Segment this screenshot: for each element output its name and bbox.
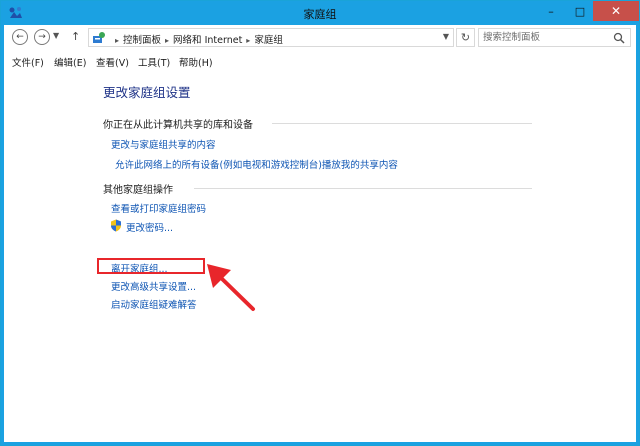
search-input[interactable] (483, 31, 608, 44)
breadcrumb-chevron-icon: ▸ (115, 36, 120, 45)
breadcrumb-chevron-icon[interactable]: ▸ (246, 36, 250, 45)
client-area: ← → ▼ ↑ ▸控制面板▸网络和 Internet▸家庭组 ▼ ↻ (4, 25, 636, 442)
search-box[interactable] (478, 28, 631, 47)
forward-button[interactable]: → (34, 29, 50, 45)
menu-edit[interactable]: 编辑(E) (54, 55, 86, 69)
breadcrumb: ▸ 控制面板 ▸ 网络和 Internet ▸ 家庭组 (111, 32, 283, 46)
menu-help[interactable]: 帮助(H) (179, 55, 213, 69)
up-button[interactable]: ↑ (71, 30, 80, 43)
close-button[interactable]: ✕ (593, 1, 639, 21)
maximize-button[interactable]: □ (566, 1, 594, 21)
section-shared-title: 你正在从此计算机共享的库和设备 (103, 120, 253, 131)
recent-locations-chevron-down-icon[interactable]: ▼ (53, 31, 59, 40)
allow-media-devices-link[interactable]: 允许此网络上的所有设备(例如电视和游戏控制台)播放我的共享内容 (115, 157, 398, 171)
search-icon[interactable] (613, 32, 625, 44)
breadcrumb-item[interactable]: 控制面板 (123, 35, 161, 46)
change-advanced-sharing-link[interactable]: 更改高级共享设置... (111, 279, 196, 293)
minimize-button[interactable]: – (537, 1, 565, 21)
section-other-actions-title: 其他家庭组操作 (103, 185, 173, 196)
section-divider (272, 123, 532, 124)
change-shared-content-link[interactable]: 更改与家庭组共享的内容 (111, 137, 216, 151)
breadcrumb-chevron-icon[interactable]: ▸ (165, 36, 169, 45)
change-password-link[interactable]: 更改密码... (126, 220, 173, 234)
window: 家庭组 – □ ✕ ← → ▼ ↑ ▸ 控制面板 ▸ 网络和 Internet ▸ 家庭组… (0, 0, 640, 446)
arrow-up-icon: ↑ (71, 30, 81, 43)
breadcrumb-item[interactable]: 家庭组 (254, 35, 283, 46)
menu-tools[interactable]: 工具(T) (138, 55, 170, 69)
highlight-box (97, 258, 205, 274)
menu-bar: 文件(F) 编辑(E) 查看(V) 工具(T) 帮助(H) (4, 53, 636, 71)
main-content: 更改家庭组设置 你正在从此计算机共享的库和设备 更改与家庭组共享的内容 允许此网… (4, 71, 636, 442)
address-dropdown-chevron-down-icon[interactable]: ▼ (443, 32, 449, 41)
menu-file[interactable]: 文件(F) (12, 55, 44, 69)
title-bar[interactable]: 家庭组 – □ ✕ (1, 1, 639, 25)
refresh-icon: ↻ (460, 31, 471, 44)
page-title: 更改家庭组设置 (103, 85, 191, 100)
refresh-button[interactable]: ↻ (456, 28, 475, 47)
menu-view[interactable]: 查看(V) (96, 55, 129, 69)
red-arrow-annotation (207, 264, 255, 311)
view-print-password-link[interactable]: 查看或打印家庭组密码 (111, 201, 206, 215)
address-bar[interactable]: ▸ 控制面板 ▸ 网络和 Internet ▸ 家庭组 ▼ (88, 28, 454, 47)
section-divider (194, 188, 532, 189)
arrow-left-icon: ← (16, 32, 24, 42)
address-toolbar: ← → ▼ ↑ ▸ 控制面板 ▸ 网络和 Internet ▸ 家庭组 ▼ ↻ (4, 25, 636, 53)
arrow-right-icon: → (38, 32, 46, 42)
breadcrumb-item[interactable]: 网络和 Internet (173, 35, 242, 46)
homegroup-troubleshooter-link[interactable]: 启动家庭组疑难解答 (111, 297, 197, 311)
control-panel-icon (93, 32, 105, 43)
uac-shield-icon (111, 219, 121, 232)
back-button[interactable]: ← (12, 29, 28, 45)
